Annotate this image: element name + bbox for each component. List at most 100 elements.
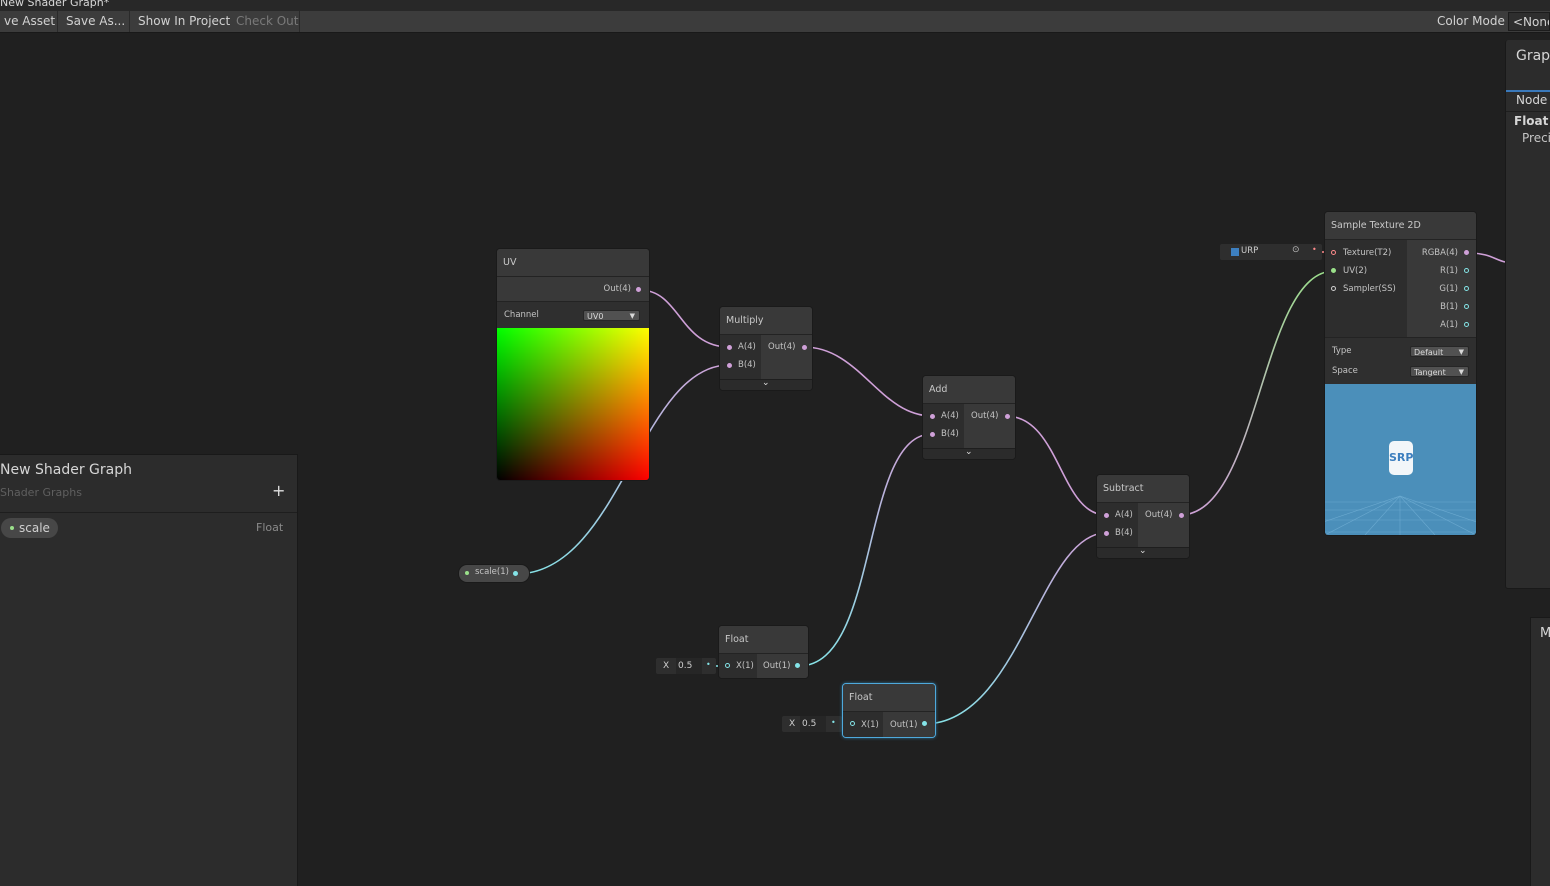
graph-inspector-field: Preci xyxy=(1522,131,1550,145)
show-in-project-button[interactable]: Show In Project xyxy=(134,11,232,32)
chevron-down-icon: ⌄ xyxy=(965,447,973,457)
sample-texture-out-a-label: A(1) xyxy=(1440,320,1458,330)
property-indicator-icon xyxy=(465,571,469,575)
texture-field-dot: • xyxy=(1312,245,1317,254)
color-mode-dropdown[interactable]: <None xyxy=(1508,12,1550,31)
chevron-down-icon: ⌄ xyxy=(1139,546,1147,556)
float1-out-port[interactable] xyxy=(795,663,800,668)
texture-field-value: URP xyxy=(1241,246,1259,256)
subtract-in-b-port[interactable] xyxy=(1104,531,1109,536)
sample-texture-in-sampler-label: Sampler(SS) xyxy=(1343,284,1396,294)
sample-texture-in-uv-port[interactable] xyxy=(1331,268,1336,273)
multiply-in-a-port[interactable] xyxy=(727,345,732,350)
sample-texture-space-dropdown[interactable]: Tangent ▼ xyxy=(1410,366,1469,377)
multiply-in-b-label: B(4) xyxy=(738,360,756,370)
float1-node-title: Float xyxy=(719,626,808,654)
blackboard-property-scale[interactable]: scale xyxy=(1,518,58,538)
shadergraph-toolbar: ve Asset Save As... Show In Project Chec… xyxy=(0,11,1550,33)
graph-inspector-section: Float N xyxy=(1514,114,1550,128)
subtract-inputs: A(4) B(4) xyxy=(1097,503,1138,547)
scale-property-node[interactable]: scale(1) xyxy=(459,565,529,582)
float2-in-x-port[interactable] xyxy=(850,721,855,726)
add-inputs: A(4) B(4) xyxy=(923,404,964,448)
sample-texture-type-dropdown[interactable]: Default ▼ xyxy=(1410,346,1469,357)
float1-x-label: X xyxy=(663,661,670,671)
property-indicator-icon xyxy=(10,526,14,530)
float2-in-x-label: X(1) xyxy=(861,720,879,730)
blackboard-panel: New Shader Graph Shader Graphs + scale F… xyxy=(0,454,298,886)
target-icon[interactable]: ⊙ xyxy=(1292,245,1300,255)
sample-texture-in-sampler-port[interactable] xyxy=(1331,286,1336,291)
float1-in-x-label: X(1) xyxy=(736,661,754,671)
uv-channel-dropdown[interactable]: UV0 ▼ xyxy=(583,310,640,321)
main-preview-title: M xyxy=(1540,626,1550,641)
uv-node[interactable]: UV Out(4) Channel UV0 ▼ xyxy=(497,249,649,480)
multiply-expand-bar[interactable]: ⌄ xyxy=(720,378,812,390)
multiply-out-label: Out(4) xyxy=(768,342,796,352)
float1-x-value[interactable]: 0.5 xyxy=(676,658,702,674)
add-out-port[interactable] xyxy=(1005,414,1010,419)
uv-channel-row: Channel UV0 ▼ xyxy=(497,301,649,328)
float2-out-port[interactable] xyxy=(922,721,927,726)
multiply-in-b-port[interactable] xyxy=(727,363,732,368)
subtract-expand-bar[interactable]: ⌄ xyxy=(1097,546,1189,558)
scale-property-out-port[interactable] xyxy=(513,571,518,576)
subtract-node-title: Subtract xyxy=(1097,475,1189,503)
sample-texture-title: Sample Texture 2D xyxy=(1325,212,1476,240)
sample-texture-in-texture-port[interactable] xyxy=(1331,250,1336,255)
sample-texture-type-value: Default xyxy=(1414,348,1444,357)
texture-thumbnail-icon xyxy=(1231,248,1239,256)
color-mode-label: Color Mode xyxy=(1437,14,1505,28)
uv-channel-label: Channel xyxy=(504,310,539,320)
sample-texture-out-b-label: B(1) xyxy=(1440,302,1458,312)
graph-inspector-title: Grapl xyxy=(1516,48,1550,64)
float2-field-dot: • xyxy=(831,718,836,727)
add-node-title: Add xyxy=(923,376,1015,404)
plus-icon[interactable]: + xyxy=(272,481,285,500)
sample-texture-out-b-port[interactable] xyxy=(1464,304,1469,309)
sample-texture-2d-node[interactable]: Sample Texture 2D Texture(T2) UV(2) Samp… xyxy=(1325,212,1476,535)
save-as-button[interactable]: Save As... xyxy=(62,11,130,32)
subtract-node[interactable]: Subtract A(4) B(4) Out(4) ⌄ xyxy=(1097,475,1189,558)
chevron-down-icon: ⌄ xyxy=(762,378,770,388)
chevron-down-icon: ▼ xyxy=(1458,368,1464,376)
sample-texture-in-texture-label: Texture(T2) xyxy=(1343,248,1392,258)
subtract-in-a-port[interactable] xyxy=(1104,513,1109,518)
uv-out-port[interactable] xyxy=(636,287,641,292)
sample-texture-preview: SRP xyxy=(1325,384,1476,535)
multiply-in-a-label: A(4) xyxy=(738,342,756,352)
multiply-outputs: Out(4) xyxy=(761,335,812,379)
multiply-out-port[interactable] xyxy=(802,345,807,350)
sample-texture-out-rgba-label: RGBA(4) xyxy=(1421,248,1458,258)
add-in-b-port[interactable] xyxy=(930,432,935,437)
add-expand-bar[interactable]: ⌄ xyxy=(923,447,1015,459)
check-out-button[interactable]: Check Out xyxy=(232,11,300,32)
sample-texture-out-rgba-port[interactable] xyxy=(1464,250,1469,255)
window-titlebar: New Shader Graph* xyxy=(0,0,1550,11)
sample-texture-out-g-port[interactable] xyxy=(1464,286,1469,291)
graph-inspector-panel: Grapl Node Float N Preci xyxy=(1505,40,1550,589)
multiply-node[interactable]: Multiply A(4) B(4) Out(4) ⌄ xyxy=(720,307,812,390)
subtract-out-port[interactable] xyxy=(1179,513,1184,518)
add-node[interactable]: Add A(4) B(4) Out(4) ⌄ xyxy=(923,376,1015,459)
texture-inline-field[interactable]: URP ⊙ • xyxy=(1220,244,1322,260)
float1-x-inline-field[interactable]: X 0.5 • xyxy=(656,658,716,674)
sample-texture-type-label: Type xyxy=(1332,346,1352,356)
float1-in-x-port[interactable] xyxy=(725,663,730,668)
uv-channel-value: UV0 xyxy=(587,312,604,321)
float1-inputs: X(1) xyxy=(719,654,757,678)
float2-x-inline-field[interactable]: X 0.5 • xyxy=(782,716,842,732)
float1-node[interactable]: Float X(1) Out(1) xyxy=(719,626,808,678)
add-in-a-port[interactable] xyxy=(930,414,935,419)
graph-inspector-tab-node[interactable]: Node xyxy=(1516,93,1547,107)
sample-texture-out-r-port[interactable] xyxy=(1464,268,1469,273)
sample-texture-out-g-label: G(1) xyxy=(1439,284,1458,294)
sample-texture-out-r-label: R(1) xyxy=(1440,266,1458,276)
subtract-in-a-label: A(4) xyxy=(1115,510,1133,520)
float2-x-label: X xyxy=(789,719,796,729)
uv-preview xyxy=(497,328,649,480)
save-asset-button[interactable]: ve Asset xyxy=(0,11,58,32)
float2-node[interactable]: Float X(1) Out(1) xyxy=(843,684,935,737)
sample-texture-out-a-port[interactable] xyxy=(1464,322,1469,327)
float2-x-value[interactable]: 0.5 xyxy=(800,716,826,732)
